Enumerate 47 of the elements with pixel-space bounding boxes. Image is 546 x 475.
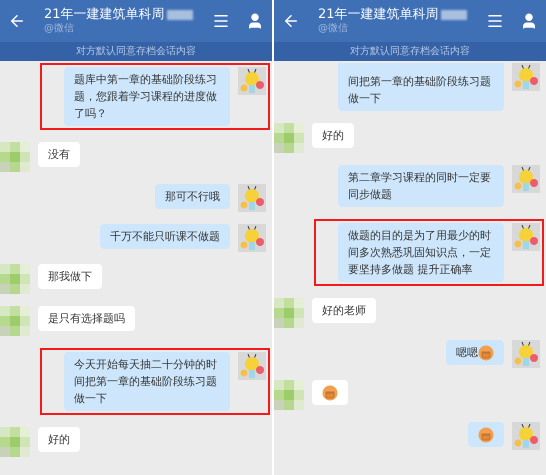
chat-title: 21年一建建筑单科周: [318, 7, 439, 23]
chat-subtitle: @微信: [44, 23, 75, 35]
fist-emoji-icon: [478, 426, 494, 443]
pixelated-avatar-icon: [274, 123, 304, 153]
message-text: 做题的目的是为了用最少的时间多次熟悉巩固知识点，一定要坚持多做题 提升正确率: [348, 229, 491, 276]
user-icon[interactable]: [520, 12, 538, 30]
cartoon-avatar-icon: [238, 352, 266, 380]
cartoon-avatar-icon: [238, 67, 266, 95]
message-text: 千万不能只听课不做题: [110, 230, 220, 243]
message-text: 题库中第一章的基础阶段练习题，您跟着学习课程的进度做了吗？: [74, 73, 217, 120]
cartoon-avatar-icon: [512, 223, 540, 251]
fist-emoji-icon: [322, 384, 338, 401]
pixelated-avatar-icon: [274, 380, 304, 410]
pixelated-avatar-icon: [0, 427, 30, 457]
pixelated-avatar-icon: [0, 142, 30, 172]
message-text: 第二章学习课程的同时一定要同步做题: [348, 171, 491, 201]
cartoon-avatar-icon: [512, 165, 540, 193]
redacted-block: [166, 10, 193, 20]
message-text: 今天开始每天抽二十分钟的时间把第一章的基础阶段练习题做一下: [74, 358, 217, 405]
cartoon-avatar-icon: [238, 184, 266, 212]
user-icon[interactable]: [246, 12, 264, 30]
menu-icon[interactable]: [486, 12, 504, 30]
cartoon-avatar-icon: [512, 63, 540, 91]
notice-text: 对方默认同意存档会话内容: [350, 44, 470, 59]
menu-icon[interactable]: [212, 12, 230, 30]
chat-title: 21年一建建筑单科周: [44, 7, 165, 23]
pixelated-avatar-icon: [274, 298, 304, 328]
redacted-block: [440, 10, 467, 20]
cartoon-avatar-icon: [238, 224, 266, 252]
message-text: 是只有选择题吗: [48, 312, 125, 325]
back-icon[interactable]: [282, 12, 300, 30]
message-text: 嗯嗯: [456, 346, 478, 359]
message-text: 间把第一章的基础阶段练习题做一下: [348, 75, 491, 105]
message-text: 那可不行哦: [165, 190, 220, 203]
pixelated-avatar-icon: [0, 264, 30, 294]
message-text: 好的: [322, 129, 344, 142]
cartoon-avatar-icon: [512, 340, 540, 368]
fist-emoji-icon: [478, 344, 494, 361]
notice-text: 对方默认同意存档会话内容: [76, 44, 196, 59]
message-text: 好的老师: [322, 304, 366, 317]
chat-subtitle: @微信: [318, 23, 349, 35]
cartoon-avatar-icon: [512, 422, 540, 450]
message-text: 好的: [48, 433, 70, 446]
back-icon[interactable]: [8, 12, 26, 30]
message-text: 那我做下: [48, 270, 92, 283]
message-text: 没有: [48, 148, 70, 161]
pixelated-avatar-icon: [0, 306, 30, 336]
